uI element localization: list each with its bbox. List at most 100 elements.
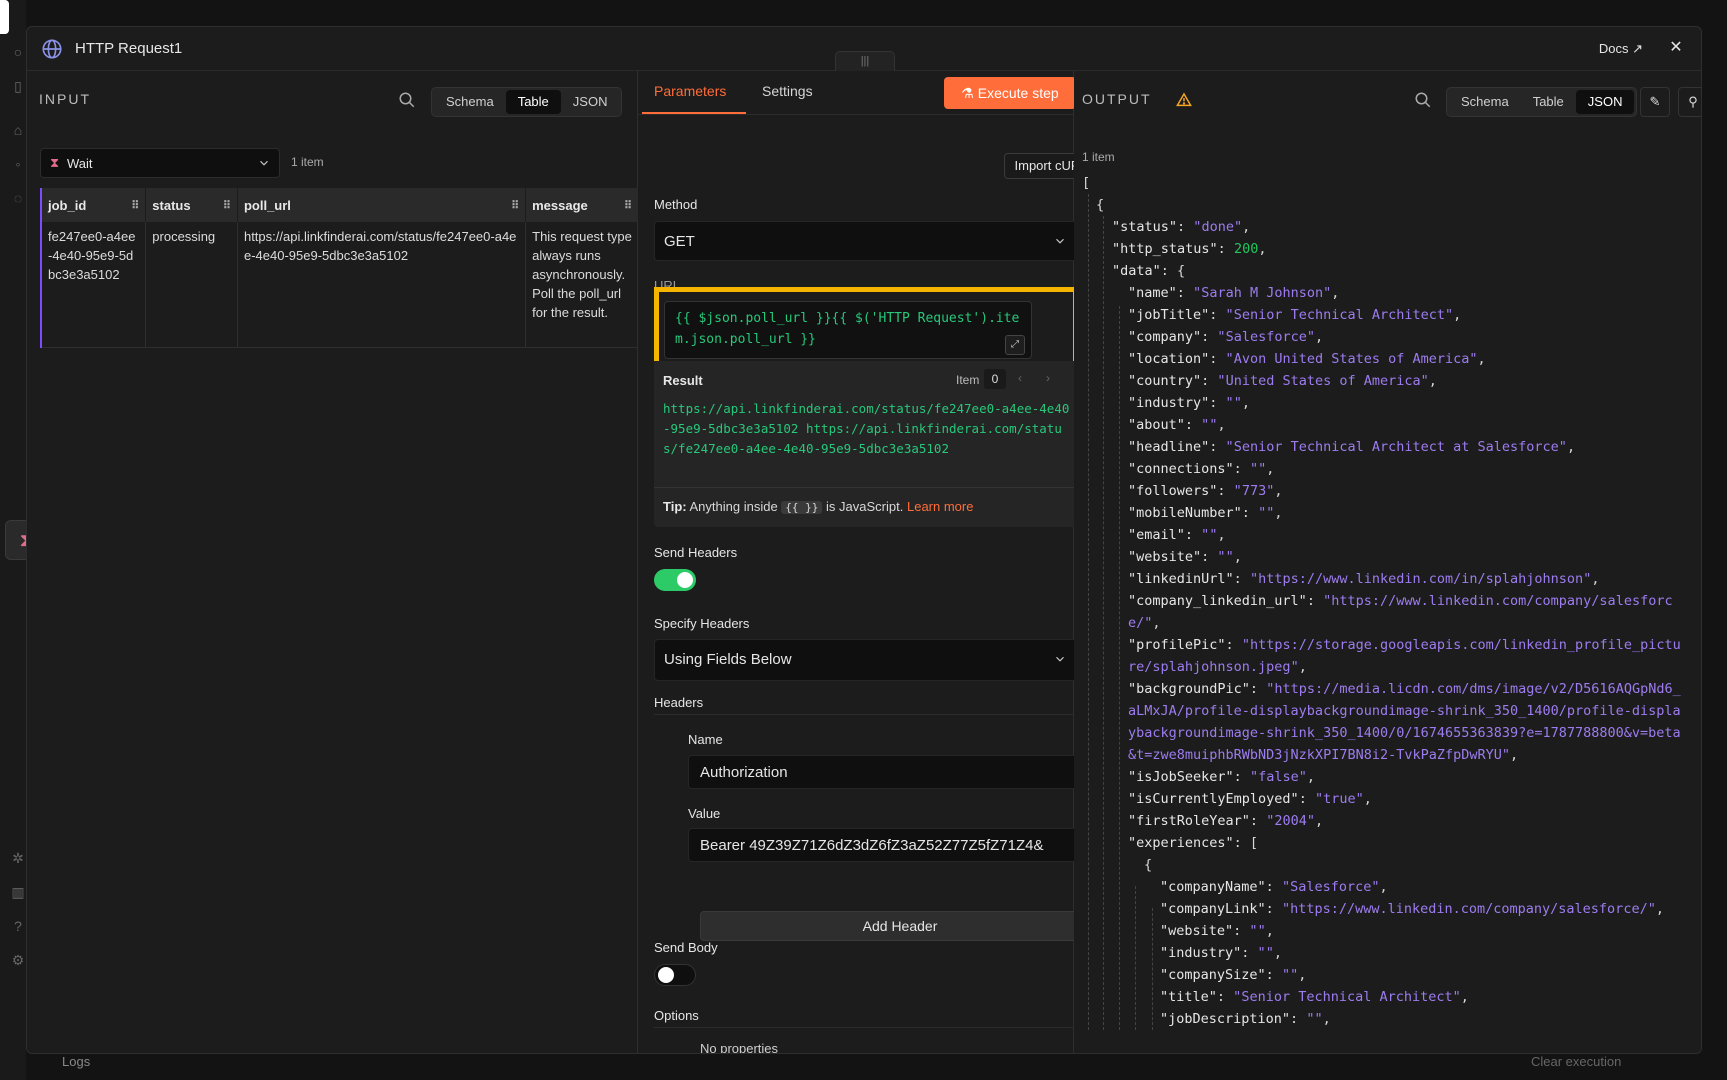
header-name-label: Name bbox=[688, 732, 723, 747]
item-label: Item bbox=[956, 373, 980, 387]
cell-message[interactable]: This request type always runs asynchrono… bbox=[525, 222, 639, 348]
parameters-panel: Parameters Settings ⚗ Execute step Impor… bbox=[638, 71, 1100, 1054]
cell-job-id[interactable]: fe247ee0-a4ee-4e40-95e9-5dbc3e3a5102 bbox=[41, 222, 147, 348]
app-sidebar: ○ ▯ ⌂ ◦ ◌ ⧗ ✲ ▥ ? ⚙ bbox=[0, 0, 47, 1080]
result-label: Result bbox=[663, 373, 703, 388]
add-header-button[interactable]: Add Header bbox=[700, 911, 1100, 941]
learn-more-link[interactable]: Learn more bbox=[907, 499, 973, 514]
json-line: "status": "done", bbox=[1112, 219, 1251, 235]
output-item-count: 1 item bbox=[1082, 150, 1115, 164]
edit-output-icon[interactable]: ✎ bbox=[1640, 87, 1670, 117]
json-line: "industry": "", bbox=[1160, 945, 1282, 961]
view-schema-tab[interactable]: Schema bbox=[434, 90, 506, 114]
method-label: Method bbox=[654, 197, 698, 212]
drag-handle-icon[interactable]: ⠿ bbox=[223, 199, 231, 212]
globe-icon bbox=[42, 39, 62, 59]
user-icon[interactable]: ◦ bbox=[10, 156, 26, 172]
panel-drag-handle[interactable]: ||| bbox=[835, 51, 895, 71]
clear-execution-button[interactable]: Clear execution bbox=[1531, 1054, 1621, 1069]
tab-parameters[interactable]: Parameters bbox=[654, 83, 726, 99]
add-node-button[interactable] bbox=[0, 0, 9, 34]
help-icon[interactable]: ? bbox=[10, 918, 26, 934]
input-node-select[interactable]: ⧗ Wait bbox=[40, 148, 280, 178]
pin-data-icon[interactable]: ⚲ bbox=[1678, 87, 1701, 117]
column-header-poll-url[interactable]: poll_url ⠿ bbox=[237, 188, 527, 222]
drag-handle-icon[interactable]: ⠿ bbox=[511, 199, 519, 212]
column-header-message[interactable]: message ⠿ bbox=[525, 188, 639, 222]
headers-label: Headers bbox=[654, 695, 704, 710]
external-link-icon: ↗ bbox=[1632, 41, 1643, 56]
column-header-job-id[interactable]: job_id ⠿ bbox=[41, 188, 147, 222]
result-value: https://api.linkfinderai.com/status/fe24… bbox=[663, 401, 1070, 456]
input-item-count: 1 item bbox=[291, 155, 324, 169]
templates-icon[interactable]: ✲ bbox=[10, 850, 26, 866]
chat-icon[interactable]: ◌ bbox=[10, 190, 26, 206]
send-body-label: Send Body bbox=[654, 940, 718, 955]
panel-icon[interactable]: ▯ bbox=[10, 78, 26, 94]
json-line: "companyLink": "https://www.linkedin.com… bbox=[1160, 901, 1664, 917]
method-select[interactable]: GET bbox=[654, 221, 1078, 261]
tip-code: {{ }} bbox=[781, 501, 823, 514]
json-line: "data": { bbox=[1112, 263, 1186, 279]
header-value-input[interactable]: Bearer 49Z39Z71Z6dZ3dZ6fZ3aZ52Z77Z5fZ71Z… bbox=[688, 828, 1078, 862]
close-icon[interactable]: ✕ bbox=[1665, 37, 1687, 59]
specify-headers-value: Using Fields Below bbox=[664, 651, 792, 668]
chevron-right-icon[interactable]: › bbox=[1046, 371, 1050, 385]
input-panel: INPUT Schema Table JSON ⧗ Wait 1 item jo… bbox=[27, 71, 639, 1053]
json-line: "headline": "Senior Technical Architect … bbox=[1128, 439, 1576, 455]
warning-icon[interactable] bbox=[1176, 92, 1192, 108]
search-icon[interactable] bbox=[1414, 91, 1432, 109]
options-label: Options bbox=[654, 1008, 699, 1023]
gear-icon[interactable]: ⚙ bbox=[10, 952, 26, 968]
input-table: job_id ⠿ status ⠿ poll_url ⠿ message ⠿ fe247… bbox=[40, 188, 639, 348]
json-line: "industry": "", bbox=[1128, 395, 1250, 411]
json-line: "companySize": "", bbox=[1160, 967, 1307, 983]
execute-step-button[interactable]: ⚗ Execute step bbox=[944, 77, 1076, 109]
annotation-highlight-box bbox=[654, 287, 1078, 369]
json-line: "website": "", bbox=[1160, 923, 1274, 939]
json-line: "followers": "773", bbox=[1128, 483, 1283, 499]
view-table-tab[interactable]: Table bbox=[505, 90, 561, 114]
search-icon[interactable]: ○ bbox=[10, 44, 26, 60]
view-table-tab[interactable]: Table bbox=[1521, 90, 1576, 114]
input-node-label: Wait bbox=[67, 156, 93, 171]
cell-status[interactable]: processing bbox=[145, 222, 238, 348]
specify-headers-select[interactable]: Using Fields Below bbox=[654, 639, 1078, 681]
no-properties-text: No properties bbox=[700, 1041, 779, 1054]
send-headers-toggle[interactable] bbox=[654, 569, 696, 591]
search-icon[interactable] bbox=[398, 91, 416, 109]
json-line: { bbox=[1144, 857, 1153, 873]
insights-icon[interactable]: ▥ bbox=[10, 884, 26, 900]
docs-link[interactable]: Docs ↗ bbox=[1599, 41, 1643, 57]
item-index-input[interactable]: 0 bbox=[984, 369, 1006, 389]
view-json-tab[interactable]: JSON bbox=[1575, 90, 1635, 114]
input-view-toggle: Schema Table JSON bbox=[431, 87, 623, 117]
toggle-knob bbox=[658, 967, 674, 983]
divider bbox=[654, 714, 1078, 715]
json-line: "firstRoleYear": "2004", bbox=[1128, 813, 1324, 829]
drag-handle-icon[interactable]: ⠿ bbox=[624, 199, 632, 212]
output-view-toggle: Schema Table JSON bbox=[1446, 87, 1638, 117]
send-body-toggle[interactable] bbox=[654, 964, 696, 986]
tabs-divider bbox=[638, 114, 1073, 115]
json-line: "isCurrentlyEmployed": "true", bbox=[1128, 791, 1372, 807]
json-line: "company": "Salesforce", bbox=[1128, 329, 1324, 345]
method-value: GET bbox=[664, 233, 695, 250]
chevron-left-icon[interactable]: ‹ bbox=[1018, 371, 1022, 385]
view-schema-tab[interactable]: Schema bbox=[1449, 90, 1521, 114]
column-header-status[interactable]: status ⠿ bbox=[145, 188, 238, 222]
drag-handle-icon[interactable]: ⠿ bbox=[131, 199, 139, 212]
json-line: "location": "Avon United States of Ameri… bbox=[1128, 351, 1486, 367]
tab-settings[interactable]: Settings bbox=[762, 83, 813, 99]
json-line: "backgroundPic": "https://media.licdn.co… bbox=[1128, 681, 1681, 763]
header-name-input[interactable]: Authorization bbox=[688, 755, 1078, 789]
node-details-modal: HTTP Request1 Docs ↗ ✕ INPUT Schema Tabl… bbox=[26, 26, 1702, 1054]
table-row: fe247ee0-a4ee-4e40-95e9-5dbc3e3a5102 pro… bbox=[41, 222, 639, 348]
input-title: INPUT bbox=[39, 91, 91, 107]
expression-result-panel: Result Item 0 ‹ › https://api.linkfinder… bbox=[654, 361, 1078, 527]
view-json-tab[interactable]: JSON bbox=[561, 90, 620, 114]
logs-tab[interactable]: Logs bbox=[62, 1054, 90, 1069]
home-icon[interactable]: ⌂ bbox=[10, 122, 26, 138]
json-line: [ bbox=[1082, 175, 1091, 191]
cell-poll-url[interactable]: https://api.linkfinderai.com/status/fe24… bbox=[237, 222, 527, 348]
